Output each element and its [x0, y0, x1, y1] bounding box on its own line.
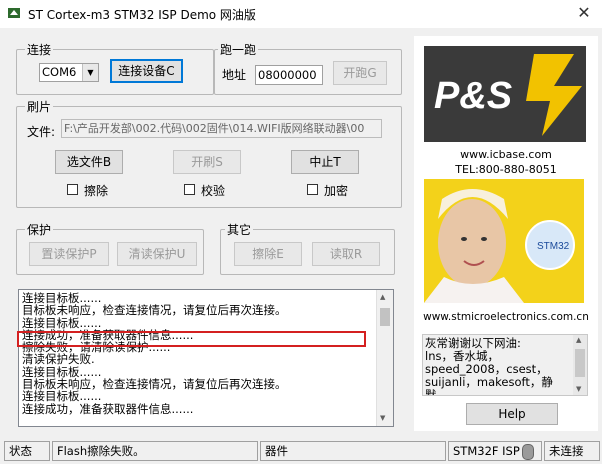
file-path-field[interactable]: F:\产品开发部\002.代码\002固件\014.WIFI版网络联动器\00: [61, 119, 382, 138]
ps-logo-graphic: P&S: [424, 46, 586, 142]
website-text: www.icbase.com: [460, 148, 552, 161]
connect-device-button[interactable]: 连接设备C: [110, 59, 183, 83]
flash-legend: 刷片: [25, 98, 54, 115]
scroll-up-icon[interactable]: ▲: [380, 293, 385, 301]
status-message: Flash擦除失败。: [52, 441, 258, 461]
thanks-text: 灰常谢谢以下网油: lns，香水城，speed_2008，csest，suija…: [425, 336, 553, 396]
chevron-down-icon[interactable]: ▼: [82, 64, 98, 81]
port-select[interactable]: COM6 ▼: [39, 63, 99, 82]
status-label: 状态: [4, 441, 50, 461]
log-output[interactable]: 连接目标板...... 目标板未响应，检查连接情况，请复位后再次连接。 连接目标板.…: [18, 289, 394, 427]
run-legend: 跑一跑: [218, 41, 259, 58]
encrypt-checkbox[interactable]: [307, 184, 318, 195]
read-button[interactable]: 读取R: [312, 242, 380, 266]
log-lines: 连接目标板...... 目标板未响应，检查连接情况，请复位后再次连接。 连接目标板.…: [19, 292, 377, 415]
run-button[interactable]: 开跑G: [333, 61, 387, 85]
window-title: ST Cortex-m3 STM32 ISP Demo 网油版: [28, 8, 256, 22]
thanks-panel: 灰常谢谢以下网油: lns，香水城，speed_2008，csest，suija…: [422, 334, 588, 396]
abort-button[interactable]: 中止T: [291, 150, 359, 174]
scroll-thumb[interactable]: [380, 308, 390, 326]
other-legend: 其它: [225, 221, 254, 238]
clear-read-protect-button[interactable]: 清读保护U: [117, 242, 197, 266]
title-bar: ST Cortex-m3 STM32 ISP Demo 网油版 ✕: [0, 0, 602, 28]
app-icon: [8, 8, 20, 18]
erase-button[interactable]: 擦除E: [234, 242, 302, 266]
log-line: 连接成功，准备获取器件信息......: [22, 401, 194, 416]
connection-led-icon: [522, 444, 534, 460]
promo-photo: STM32: [424, 179, 584, 303]
brand-logo: P&S: [424, 46, 586, 142]
verify-checkbox-label: 校验: [201, 184, 226, 198]
help-button[interactable]: Help: [466, 403, 558, 425]
st-website-text: www.stmicroelectronics.com.cn: [423, 311, 589, 323]
erase-checkbox-label: 擦除: [84, 184, 109, 198]
brand-text: P&S: [434, 75, 512, 117]
encrypt-checkbox-label: 加密: [324, 184, 349, 198]
file-label: 文件:: [27, 125, 56, 139]
log-line: 连接目标板......: [22, 389, 102, 404]
connection-state: 未连接: [544, 441, 600, 461]
address-input[interactable]: 08000000: [255, 65, 323, 85]
connect-legend: 连接: [25, 41, 54, 58]
scroll-down-icon[interactable]: ▼: [380, 414, 385, 422]
log-line: 清读保护失败.: [22, 352, 95, 367]
log-line: 目标板未响应，检查连接情况，请复位后再次连接。: [22, 303, 287, 318]
port-value: COM6: [42, 65, 77, 79]
log-scrollbar[interactable]: ▲ ▼: [376, 290, 393, 426]
thanks-scroll-down-icon[interactable]: ▼: [576, 385, 581, 393]
thanks-scroll-thumb[interactable]: [575, 349, 585, 377]
address-label: 地址: [222, 68, 247, 82]
thanks-scrollbar[interactable]: ▲ ▼: [573, 335, 587, 395]
protect-legend: 保护: [25, 221, 54, 238]
photo-graphic: STM32: [424, 179, 584, 303]
thanks-scroll-up-icon[interactable]: ▲: [576, 336, 581, 344]
erase-checkbox[interactable]: [67, 184, 78, 195]
highlight-box: [17, 331, 366, 347]
verify-checkbox[interactable]: [184, 184, 195, 195]
set-read-protect-button[interactable]: 置读保护P: [29, 242, 109, 266]
tel-text: TEL:800-880-8051: [455, 163, 557, 176]
start-flash-button[interactable]: 开刷S: [173, 150, 241, 174]
select-file-button[interactable]: 选文件B: [55, 150, 123, 174]
stm32-badge: STM32: [537, 241, 570, 252]
device-label: 器件: [260, 441, 446, 461]
close-button[interactable]: ✕: [570, 2, 598, 24]
